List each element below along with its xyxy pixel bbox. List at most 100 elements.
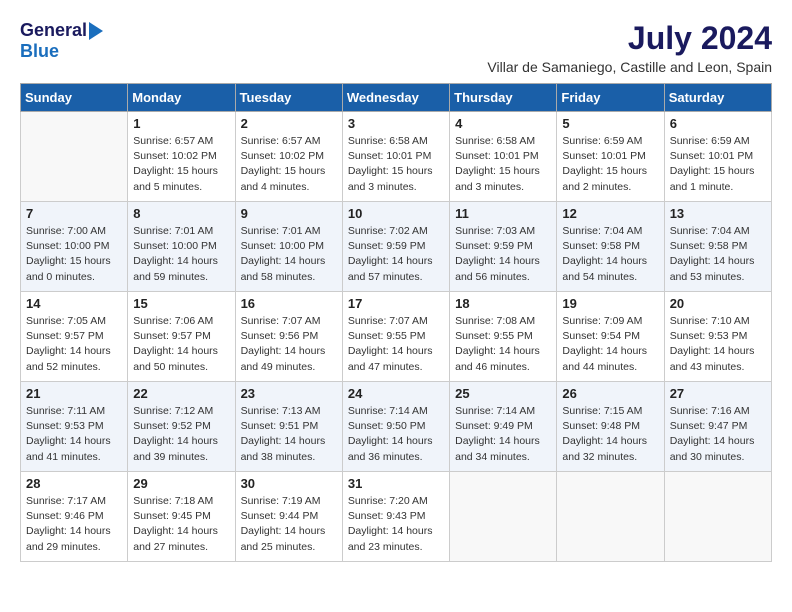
- day-detail: Sunrise: 7:05 AM Sunset: 9:57 PM Dayligh…: [26, 315, 111, 373]
- day-number: 15: [133, 296, 229, 311]
- day-detail: Sunrise: 7:00 AM Sunset: 10:00 PM Daylig…: [26, 225, 111, 283]
- day-number: 14: [26, 296, 122, 311]
- day-number: 10: [348, 206, 444, 221]
- day-detail: Sunrise: 7:14 AM Sunset: 9:50 PM Dayligh…: [348, 405, 433, 463]
- day-detail: Sunrise: 7:03 AM Sunset: 9:59 PM Dayligh…: [455, 225, 540, 283]
- calendar-cell: 7 Sunrise: 7:00 AM Sunset: 10:00 PM Dayli…: [21, 202, 128, 292]
- day-detail: Sunrise: 7:10 AM Sunset: 9:53 PM Dayligh…: [670, 315, 755, 373]
- calendar-cell: 9 Sunrise: 7:01 AM Sunset: 10:00 PM Dayli…: [235, 202, 342, 292]
- calendar-cell: 3 Sunrise: 6:58 AM Sunset: 10:01 PM Dayli…: [342, 112, 449, 202]
- location-text: Villar de Samaniego, Castille and Leon, …: [487, 59, 772, 75]
- calendar-cell: 15 Sunrise: 7:06 AM Sunset: 9:57 PM Dayli…: [128, 292, 235, 382]
- calendar-cell: 10Sunrise: 7:02 AM Sunset: 9:59 PM Dayli…: [342, 202, 449, 292]
- column-header-monday: Monday: [128, 84, 235, 112]
- day-number: 9: [241, 206, 337, 221]
- day-detail: Sunrise: 7:12 AM Sunset: 9:52 PM Dayligh…: [133, 405, 218, 463]
- column-header-tuesday: Tuesday: [235, 84, 342, 112]
- day-number: 31: [348, 476, 444, 491]
- day-detail: Sunrise: 7:01 AM Sunset: 10:00 PM Daylig…: [241, 225, 326, 283]
- day-number: 19: [562, 296, 658, 311]
- day-detail: Sunrise: 6:59 AM Sunset: 10:01 PM Daylig…: [670, 135, 755, 193]
- column-header-thursday: Thursday: [450, 84, 557, 112]
- calendar-cell: 18 Sunrise: 7:08 AM Sunset: 9:55 PM Dayli…: [450, 292, 557, 382]
- day-number: 30: [241, 476, 337, 491]
- day-detail: Sunrise: 7:11 AM Sunset: 9:53 PM Dayligh…: [26, 405, 111, 463]
- calendar-table: SundayMondayTuesdayWednesdayThursdayFrid…: [20, 83, 772, 562]
- day-detail: Sunrise: 7:20 AM Sunset: 9:43 PM Dayligh…: [348, 495, 433, 553]
- day-detail: Sunrise: 7:15 AM Sunset: 9:48 PM Dayligh…: [562, 405, 647, 463]
- day-number: 22: [133, 386, 229, 401]
- column-header-saturday: Saturday: [664, 84, 771, 112]
- calendar-cell: 2 Sunrise: 6:57 AM Sunset: 10:02 PM Dayli…: [235, 112, 342, 202]
- calendar-cell: 11 Sunrise: 7:03 AM Sunset: 9:59 PM Dayli…: [450, 202, 557, 292]
- day-detail: Sunrise: 7:17 AM Sunset: 9:46 PM Dayligh…: [26, 495, 111, 553]
- calendar-cell: [557, 472, 664, 562]
- calendar-cell: [664, 472, 771, 562]
- day-number: 3: [348, 116, 444, 131]
- column-header-wednesday: Wednesday: [342, 84, 449, 112]
- day-number: 18: [455, 296, 551, 311]
- day-number: 12: [562, 206, 658, 221]
- day-number: 17: [348, 296, 444, 311]
- calendar-cell: 22 Sunrise: 7:12 AM Sunset: 9:52 PM Dayli…: [128, 382, 235, 472]
- day-number: 2: [241, 116, 337, 131]
- day-number: 21: [26, 386, 122, 401]
- column-header-friday: Friday: [557, 84, 664, 112]
- logo-arrow-icon: [89, 22, 103, 40]
- day-detail: Sunrise: 6:57 AM Sunset: 10:02 PM Daylig…: [241, 135, 326, 193]
- calendar-cell: 5 Sunrise: 6:59 AM Sunset: 10:01 PM Dayli…: [557, 112, 664, 202]
- day-number: 20: [670, 296, 766, 311]
- day-number: 23: [241, 386, 337, 401]
- day-number: 7: [26, 206, 122, 221]
- day-number: 16: [241, 296, 337, 311]
- calendar-cell: 21 Sunrise: 7:11 AM Sunset: 9:53 PM Dayli…: [21, 382, 128, 472]
- calendar-cell: 23 Sunrise: 7:13 AM Sunset: 9:51 PM Dayli…: [235, 382, 342, 472]
- day-number: 26: [562, 386, 658, 401]
- day-detail: Sunrise: 6:58 AM Sunset: 10:01 PM Daylig…: [348, 135, 433, 193]
- day-detail: Sunrise: 7:19 AM Sunset: 9:44 PM Dayligh…: [241, 495, 326, 553]
- day-number: 29: [133, 476, 229, 491]
- day-detail: Sunrise: 7:13 AM Sunset: 9:51 PM Dayligh…: [241, 405, 326, 463]
- calendar-cell: 12 Sunrise: 7:04 AM Sunset: 9:58 PM Dayli…: [557, 202, 664, 292]
- calendar-cell: 28 Sunrise: 7:17 AM Sunset: 9:46 PM Dayli…: [21, 472, 128, 562]
- page-header: General Blue July 2024 Villar de Samanie…: [20, 20, 772, 75]
- day-number: 27: [670, 386, 766, 401]
- day-detail: Sunrise: 7:07 AM Sunset: 9:55 PM Dayligh…: [348, 315, 433, 373]
- calendar-cell: 19 Sunrise: 7:09 AM Sunset: 9:54 PM Dayli…: [557, 292, 664, 382]
- calendar-cell: 17 Sunrise: 7:07 AM Sunset: 9:55 PM Dayli…: [342, 292, 449, 382]
- day-detail: Sunrise: 6:57 AM Sunset: 10:02 PM Daylig…: [133, 135, 218, 193]
- calendar-cell: 14 Sunrise: 7:05 AM Sunset: 9:57 PM Dayli…: [21, 292, 128, 382]
- calendar-cell: 25 Sunrise: 7:14 AM Sunset: 9:49 PM Dayli…: [450, 382, 557, 472]
- week-row-2: 7 Sunrise: 7:00 AM Sunset: 10:00 PM Dayli…: [21, 202, 772, 292]
- day-detail: Sunrise: 7:14 AM Sunset: 9:49 PM Dayligh…: [455, 405, 540, 463]
- day-number: 13: [670, 206, 766, 221]
- day-number: 1: [133, 116, 229, 131]
- calendar-cell: 16 Sunrise: 7:07 AM Sunset: 9:56 PM Dayli…: [235, 292, 342, 382]
- calendar-cell: 30 Sunrise: 7:19 AM Sunset: 9:44 PM Dayli…: [235, 472, 342, 562]
- month-year-title: July 2024: [487, 20, 772, 57]
- day-number: 5: [562, 116, 658, 131]
- day-detail: Sunrise: 7:09 AM Sunset: 9:54 PM Dayligh…: [562, 315, 647, 373]
- logo-general-text: General: [20, 20, 87, 41]
- day-detail: Sunrise: 7:04 AM Sunset: 9:58 PM Dayligh…: [562, 225, 647, 283]
- calendar-cell: 29Sunrise: 7:18 AM Sunset: 9:45 PM Dayli…: [128, 472, 235, 562]
- day-number: 25: [455, 386, 551, 401]
- week-row-4: 21 Sunrise: 7:11 AM Sunset: 9:53 PM Dayli…: [21, 382, 772, 472]
- day-number: 24: [348, 386, 444, 401]
- day-detail: Sunrise: 7:06 AM Sunset: 9:57 PM Dayligh…: [133, 315, 218, 373]
- calendar-cell: 13Sunrise: 7:04 AM Sunset: 9:58 PM Dayli…: [664, 202, 771, 292]
- calendar-cell: 26 Sunrise: 7:15 AM Sunset: 9:48 PM Dayli…: [557, 382, 664, 472]
- day-detail: Sunrise: 6:59 AM Sunset: 10:01 PM Daylig…: [562, 135, 647, 193]
- day-detail: Sunrise: 7:16 AM Sunset: 9:47 PM Dayligh…: [670, 405, 755, 463]
- week-row-5: 28 Sunrise: 7:17 AM Sunset: 9:46 PM Dayli…: [21, 472, 772, 562]
- column-header-sunday: Sunday: [21, 84, 128, 112]
- calendar-cell: 4Sunrise: 6:58 AM Sunset: 10:01 PM Dayli…: [450, 112, 557, 202]
- day-number: 11: [455, 206, 551, 221]
- day-number: 28: [26, 476, 122, 491]
- day-detail: Sunrise: 6:58 AM Sunset: 10:01 PM Daylig…: [455, 135, 540, 193]
- day-detail: Sunrise: 7:08 AM Sunset: 9:55 PM Dayligh…: [455, 315, 540, 373]
- day-detail: Sunrise: 7:07 AM Sunset: 9:56 PM Dayligh…: [241, 315, 326, 373]
- day-number: 8: [133, 206, 229, 221]
- column-header-row: SundayMondayTuesdayWednesdayThursdayFrid…: [21, 84, 772, 112]
- calendar-cell: 24 Sunrise: 7:14 AM Sunset: 9:50 PM Dayli…: [342, 382, 449, 472]
